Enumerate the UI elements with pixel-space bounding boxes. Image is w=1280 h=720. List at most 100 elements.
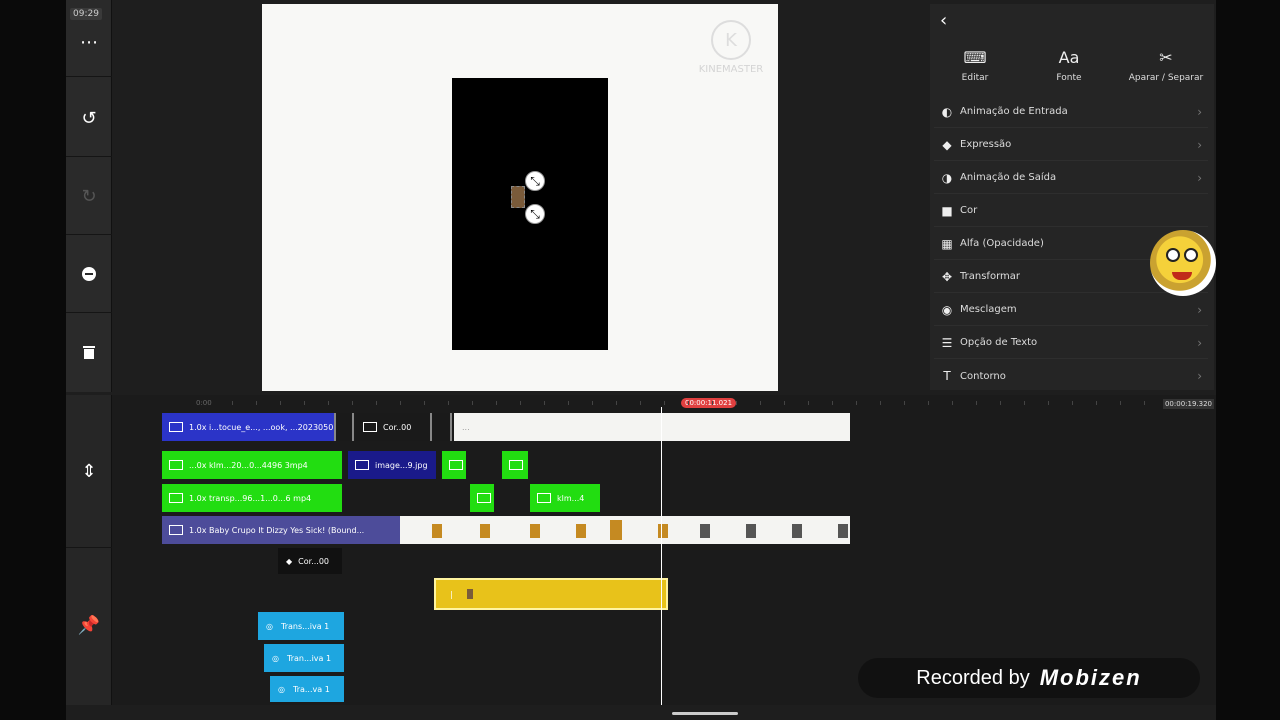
clip-row3-klm[interactable]: klm...4	[530, 484, 600, 512]
paint-bucket-icon: ◆	[286, 556, 293, 566]
clip-row2-video[interactable]: ...0x klm...20...0...4496 3mp4	[162, 451, 342, 479]
menu-animacao-saida[interactable]: ◑ Animação de Saída ›	[934, 162, 1208, 194]
clip-row2-image[interactable]: image...9.jpg	[348, 451, 436, 479]
tab-aparar-separar[interactable]: ✂ Aparar / Separar	[1118, 48, 1214, 83]
clip-label: 1.0x i...tocue_e..., ...ook, ...20230501	[189, 422, 334, 432]
left-toolbar: 09:29 ⋯ ↺ ↻	[66, 0, 112, 392]
transition-icon: ◎	[266, 621, 273, 631]
menu-animacao-entrada[interactable]: ◐ Animação de Entrada ›	[934, 96, 1208, 128]
transition-clip-2[interactable]: ◎ Tran...iva 1	[264, 644, 344, 672]
menu-cor[interactable]: ■ Cor	[934, 195, 1208, 227]
menu-opcao-texto[interactable]: ☰ Opção de Texto ›	[934, 327, 1208, 359]
ruler-tick	[1120, 401, 1121, 405]
playhead-time: 00:00:11.021	[681, 398, 737, 408]
trash-icon[interactable]	[66, 332, 112, 372]
ruler-tick	[736, 401, 737, 405]
clip-label: klm...4	[557, 493, 585, 503]
transition-marker[interactable]	[430, 413, 452, 441]
ruler-tick	[544, 401, 545, 405]
menu-label: Contorno	[960, 370, 1006, 382]
ruler-tick	[496, 401, 497, 405]
clip-row3-small[interactable]	[470, 484, 494, 512]
clip-label: Trans...iva 1	[280, 621, 330, 631]
ruler-tick	[664, 401, 665, 405]
track-adjust-icon[interactable]: ⇕	[66, 451, 112, 491]
color-clip-icon	[363, 422, 377, 432]
ruler-tick	[376, 401, 377, 405]
resize-handle[interactable]: ⤡	[525, 204, 545, 224]
selected-sticker-clip[interactable]: |	[434, 578, 668, 610]
ruler-tick	[448, 401, 449, 405]
tab-aparar-label: Aparar / Separar	[1128, 73, 1204, 83]
undo-icon[interactable]: ↺	[66, 98, 112, 138]
tab-fonte[interactable]: Aa Fonte	[1024, 48, 1114, 83]
keyboard-icon: ⌨	[963, 48, 987, 67]
video-clip-icon	[509, 460, 523, 470]
video-clip-icon	[169, 422, 183, 432]
ruler-tick	[856, 401, 857, 405]
ruler-tick	[328, 401, 329, 405]
recorded-by-overlay: Recorded by Mobizen	[858, 658, 1200, 698]
ruler-tick	[784, 401, 785, 405]
ruler-tick	[424, 401, 425, 405]
clip-label: 1.0x Baby Crupo It Dizzy Yes Sick! (Boun…	[189, 525, 365, 535]
tab-editar[interactable]: ⌨ Editar	[930, 48, 1020, 83]
transition-clip-3[interactable]: ◎ Tra...va 1	[270, 676, 344, 702]
menu-expressao[interactable]: ◆ Expressão ›	[934, 129, 1208, 161]
ruler-tick	[1000, 401, 1001, 405]
transition-marker[interactable]	[334, 413, 354, 441]
menu-label: Opção de Texto	[960, 337, 1038, 348]
pin-icon[interactable]: 📌	[66, 605, 112, 645]
video-clip-icon	[449, 460, 463, 470]
ruler-tick	[1024, 401, 1025, 405]
color-clip[interactable]: ◆ Cor...00	[278, 548, 342, 574]
timeline-ruler[interactable]: 0:00 00:00:11.021 00:00:19.320	[112, 395, 1216, 411]
rotate-handle[interactable]: ⤡	[525, 171, 545, 191]
clip-row3-video[interactable]: 1.0x transp...96...1...0...6 mp4	[162, 484, 342, 512]
ruler-tick	[976, 401, 977, 405]
ruler-tick	[952, 401, 953, 405]
selected-sticker[interactable]	[511, 186, 525, 208]
clip-label: image...9.jpg	[375, 460, 428, 470]
ruler-tick	[280, 401, 281, 405]
back-icon[interactable]: ‹	[940, 10, 947, 31]
clip-row1-color[interactable]: Cor..00	[356, 413, 430, 441]
timeline-left-rail: ⇕ 📌	[66, 395, 112, 705]
transition-clip-1[interactable]: ◎ Trans...iva 1	[258, 612, 344, 640]
clip-label: ...	[462, 422, 470, 432]
ruler-tick	[232, 401, 233, 405]
image-clip-icon	[355, 460, 369, 470]
chevron-right-icon: ›	[1197, 137, 1202, 152]
video-layer[interactable]: ⤡ ⤡	[452, 78, 608, 350]
ruler-tick	[1048, 401, 1049, 405]
trim-handle-icon[interactable]: |	[450, 590, 453, 599]
ruler-tick	[256, 401, 257, 405]
video-clip-icon	[169, 493, 183, 503]
ruler-tick	[904, 401, 905, 405]
key-icon[interactable]	[66, 254, 112, 294]
menu-mesclagem[interactable]: ◉ Mesclagem ›	[934, 294, 1208, 326]
clip-row1-video[interactable]: 1.0x i...tocue_e..., ...ook, ...20230501	[162, 413, 334, 441]
ruler-tick	[1072, 401, 1073, 405]
clip-row2-small-b[interactable]	[502, 451, 528, 479]
more-icon[interactable]: ⋯	[66, 22, 112, 62]
clip-row4-frames[interactable]	[400, 516, 850, 544]
tab-fonte-label: Fonte	[1056, 73, 1082, 83]
redo-icon[interactable]: ↻	[66, 176, 112, 216]
watermark-text: KINEMASTER	[698, 64, 764, 75]
color-swatch-icon: ■	[941, 203, 953, 218]
ruler-tick	[928, 401, 929, 405]
blend-icon: ◉	[941, 302, 953, 317]
clip-row4-video[interactable]: 1.0x Baby Crupo It Dizzy Yes Sick! (Boun…	[162, 516, 400, 544]
ruler-start-time: 0:00	[196, 399, 212, 407]
ruler-tick	[208, 401, 209, 405]
home-indicator[interactable]	[672, 712, 738, 715]
ruler-tick	[808, 401, 809, 405]
playhead[interactable]	[661, 407, 662, 705]
menu-label: Animação de Saída	[960, 172, 1057, 183]
clip-row1-white[interactable]: ...	[454, 413, 850, 441]
menu-contorno[interactable]: T Contorno ›	[934, 360, 1208, 392]
clip-row2-small-a[interactable]	[442, 451, 466, 479]
ruler-tick	[400, 401, 401, 405]
menu-label: Animação de Entrada	[960, 106, 1068, 117]
